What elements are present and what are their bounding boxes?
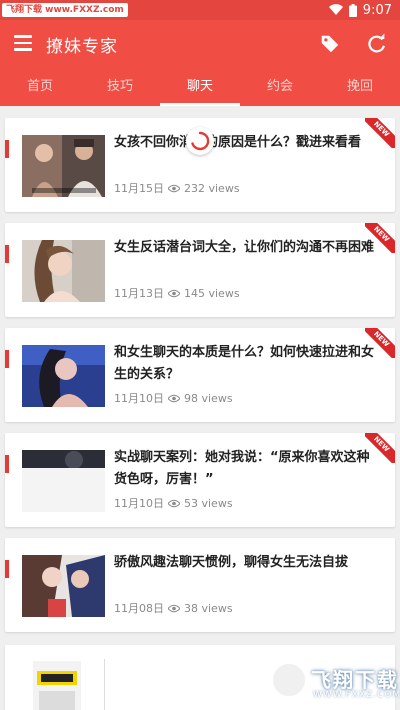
logo-url: WWW.FXXZ.COM [313, 690, 400, 700]
watermark-badge: 飞翔下载 www.FXXZ.com [2, 3, 128, 17]
menu-icon[interactable] [14, 35, 32, 51]
article-date: 11月15日 [114, 182, 164, 195]
article-title: 女生反话潜台词大全，让你们的沟通不再困难 [114, 240, 375, 255]
article-title: 和女生聊天的本质是什么？如何快速拉进和女生的关系？ [114, 345, 375, 382]
article-views: 38 views [184, 601, 233, 615]
article-meta: 11月10日 53 views [114, 495, 233, 511]
tab-dating[interactable]: 约会 [240, 68, 320, 106]
article-title: 实战聊天案列：她对我说：“原来你喜欢这种货色呀，厉害！” [114, 450, 370, 487]
status-icons: 9:07 [328, 0, 392, 20]
divider [104, 659, 105, 710]
category-tabs: 首页 技巧 聊天 约会 挽回 [0, 68, 400, 106]
card-accent-mark [5, 560, 9, 578]
eye-icon [168, 394, 180, 402]
article-meta: 11月10日 98 views [114, 390, 233, 406]
tab-tips[interactable]: 技巧 [80, 68, 160, 106]
status-bar: 飞翔下载 www.FXXZ.com 9:07 [0, 0, 400, 20]
article-title: 女孩不回你消息的原因是什么？戳进来看看 [114, 135, 362, 150]
article-card[interactable]: 实战聊天案列：她对我说：“原来你喜欢这种货色呀，厉害！” 11月10日 53 v… [5, 433, 395, 527]
article-feed: 女孩不回你消息的原因是什么？戳进来看看 11月15日 232 views NEW… [0, 106, 400, 710]
article-meta: 11月08日 38 views [114, 600, 233, 616]
article-date: 11月08日 [114, 602, 164, 615]
card-accent-mark [5, 245, 9, 263]
article-thumbnail [22, 555, 105, 617]
article-meta: 11月13日 145 views [114, 285, 240, 301]
article-views: 98 views [184, 391, 233, 405]
tab-home[interactable]: 首页 [0, 68, 80, 106]
article-views: 53 views [184, 496, 233, 510]
card-accent-mark [5, 140, 9, 158]
card-accent-mark [5, 455, 9, 473]
new-badge: NEW [365, 433, 395, 463]
watermark-logo: 飞翔下载 WWW.FXXZ.COM [271, 662, 400, 706]
eye-icon [168, 289, 180, 297]
new-badge: NEW [365, 328, 395, 358]
article-card[interactable]: 骄傲风趣法聊天惯例，聊得女生无法自拔 11月08日 38 views [5, 538, 395, 632]
article-thumbnail [22, 450, 105, 512]
eye-icon [168, 604, 180, 612]
article-views: 232 views [184, 181, 240, 195]
article-date: 11月10日 [114, 497, 164, 510]
new-badge: NEW [365, 223, 395, 253]
app-title: 撩妹专家 [46, 37, 118, 57]
wifi-icon [328, 4, 343, 16]
article-card[interactable]: 女生反话潜台词大全，让你们的沟通不再困难 11月13日 145 views NE… [5, 223, 395, 317]
app-bar: 撩妹专家 [0, 20, 400, 68]
eye-icon [168, 499, 180, 507]
eye-icon [168, 184, 180, 192]
article-thumbnail [22, 345, 105, 407]
tag-icon[interactable] [319, 33, 341, 55]
clock: 9:07 [362, 2, 392, 18]
article-date: 11月13日 [114, 287, 164, 300]
logo-emblem [271, 662, 307, 698]
article-title: 骄傲风趣法聊天惯例，聊得女生无法自拔 [114, 555, 349, 570]
refresh-icon[interactable] [366, 33, 388, 55]
tab-recover[interactable]: 挽回 [320, 68, 400, 106]
card-accent-mark [5, 350, 9, 368]
logo-text: 飞翔下载 [311, 668, 399, 692]
article-card[interactable]: 和女生聊天的本质是什么？如何快速拉进和女生的关系？ 11月10日 98 view… [5, 328, 395, 422]
new-badge: NEW [365, 118, 395, 148]
article-views: 145 views [184, 286, 240, 300]
article-thumbnail [22, 240, 105, 302]
article-thumbnail [33, 661, 81, 710]
article-meta: 11月15日 232 views [114, 180, 240, 196]
loading-spinner [186, 127, 214, 155]
spinner-icon [191, 131, 210, 151]
article-thumbnail [22, 135, 105, 197]
battery-icon [348, 3, 357, 17]
article-date: 11月10日 [114, 392, 164, 405]
tab-chat[interactable]: 聊天 [160, 68, 240, 106]
